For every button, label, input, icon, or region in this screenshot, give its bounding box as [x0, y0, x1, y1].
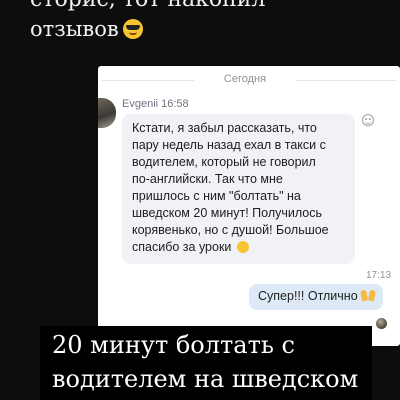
add-reaction-icon[interactable] [362, 114, 374, 126]
outgoing-message-bubble[interactable]: Супер!!! Отлично [249, 284, 383, 310]
date-divider-label: Сегодня [223, 73, 267, 85]
sunglasses-emoji-icon [122, 19, 143, 39]
outgoing-time: 17:13 [366, 270, 392, 281]
story-top-text: сторис, тот накопил отзывов [0, 0, 400, 62]
read-receipt-avatar [376, 318, 387, 329]
divider-line-left [102, 80, 194, 81]
story-caption: 20 минут болтать с водителем на шведском [40, 326, 372, 400]
story-text-line-2: отзывов [30, 16, 143, 42]
outgoing-message-text: Супер!!! Отлично [258, 289, 358, 303]
sender-avatar[interactable] [98, 98, 116, 128]
caption-line-1: 20 минут болтать с [52, 331, 295, 359]
incoming-message-bubble[interactable]: Кстати, я забыл рассказать, что пару нед… [122, 114, 355, 264]
incoming-time: 16:58 [161, 98, 189, 110]
smiling-face-emoji-icon [236, 241, 249, 253]
divider-line-right [296, 80, 396, 81]
caption-line-2: водителем на шведском [52, 365, 359, 393]
incoming-message-text: Кстати, я забыл рассказать, что пару нед… [132, 121, 329, 254]
incoming-message-body: Кстати, я забыл рассказать, что пару нед… [132, 120, 347, 256]
story-text-line-2-label: отзывов [30, 17, 119, 41]
story-text-line-1: сторис, тот накопил [30, 0, 265, 13]
raising-hands-emoji-icon [361, 289, 376, 302]
date-divider: Сегодня [98, 72, 400, 88]
message-meta: Evgenii 16:58 [122, 98, 189, 110]
chat-screenshot: Сегодня Evgenii 16:58 Кстати, я забыл ра… [98, 66, 400, 346]
sender-name[interactable]: Evgenii [122, 98, 158, 110]
